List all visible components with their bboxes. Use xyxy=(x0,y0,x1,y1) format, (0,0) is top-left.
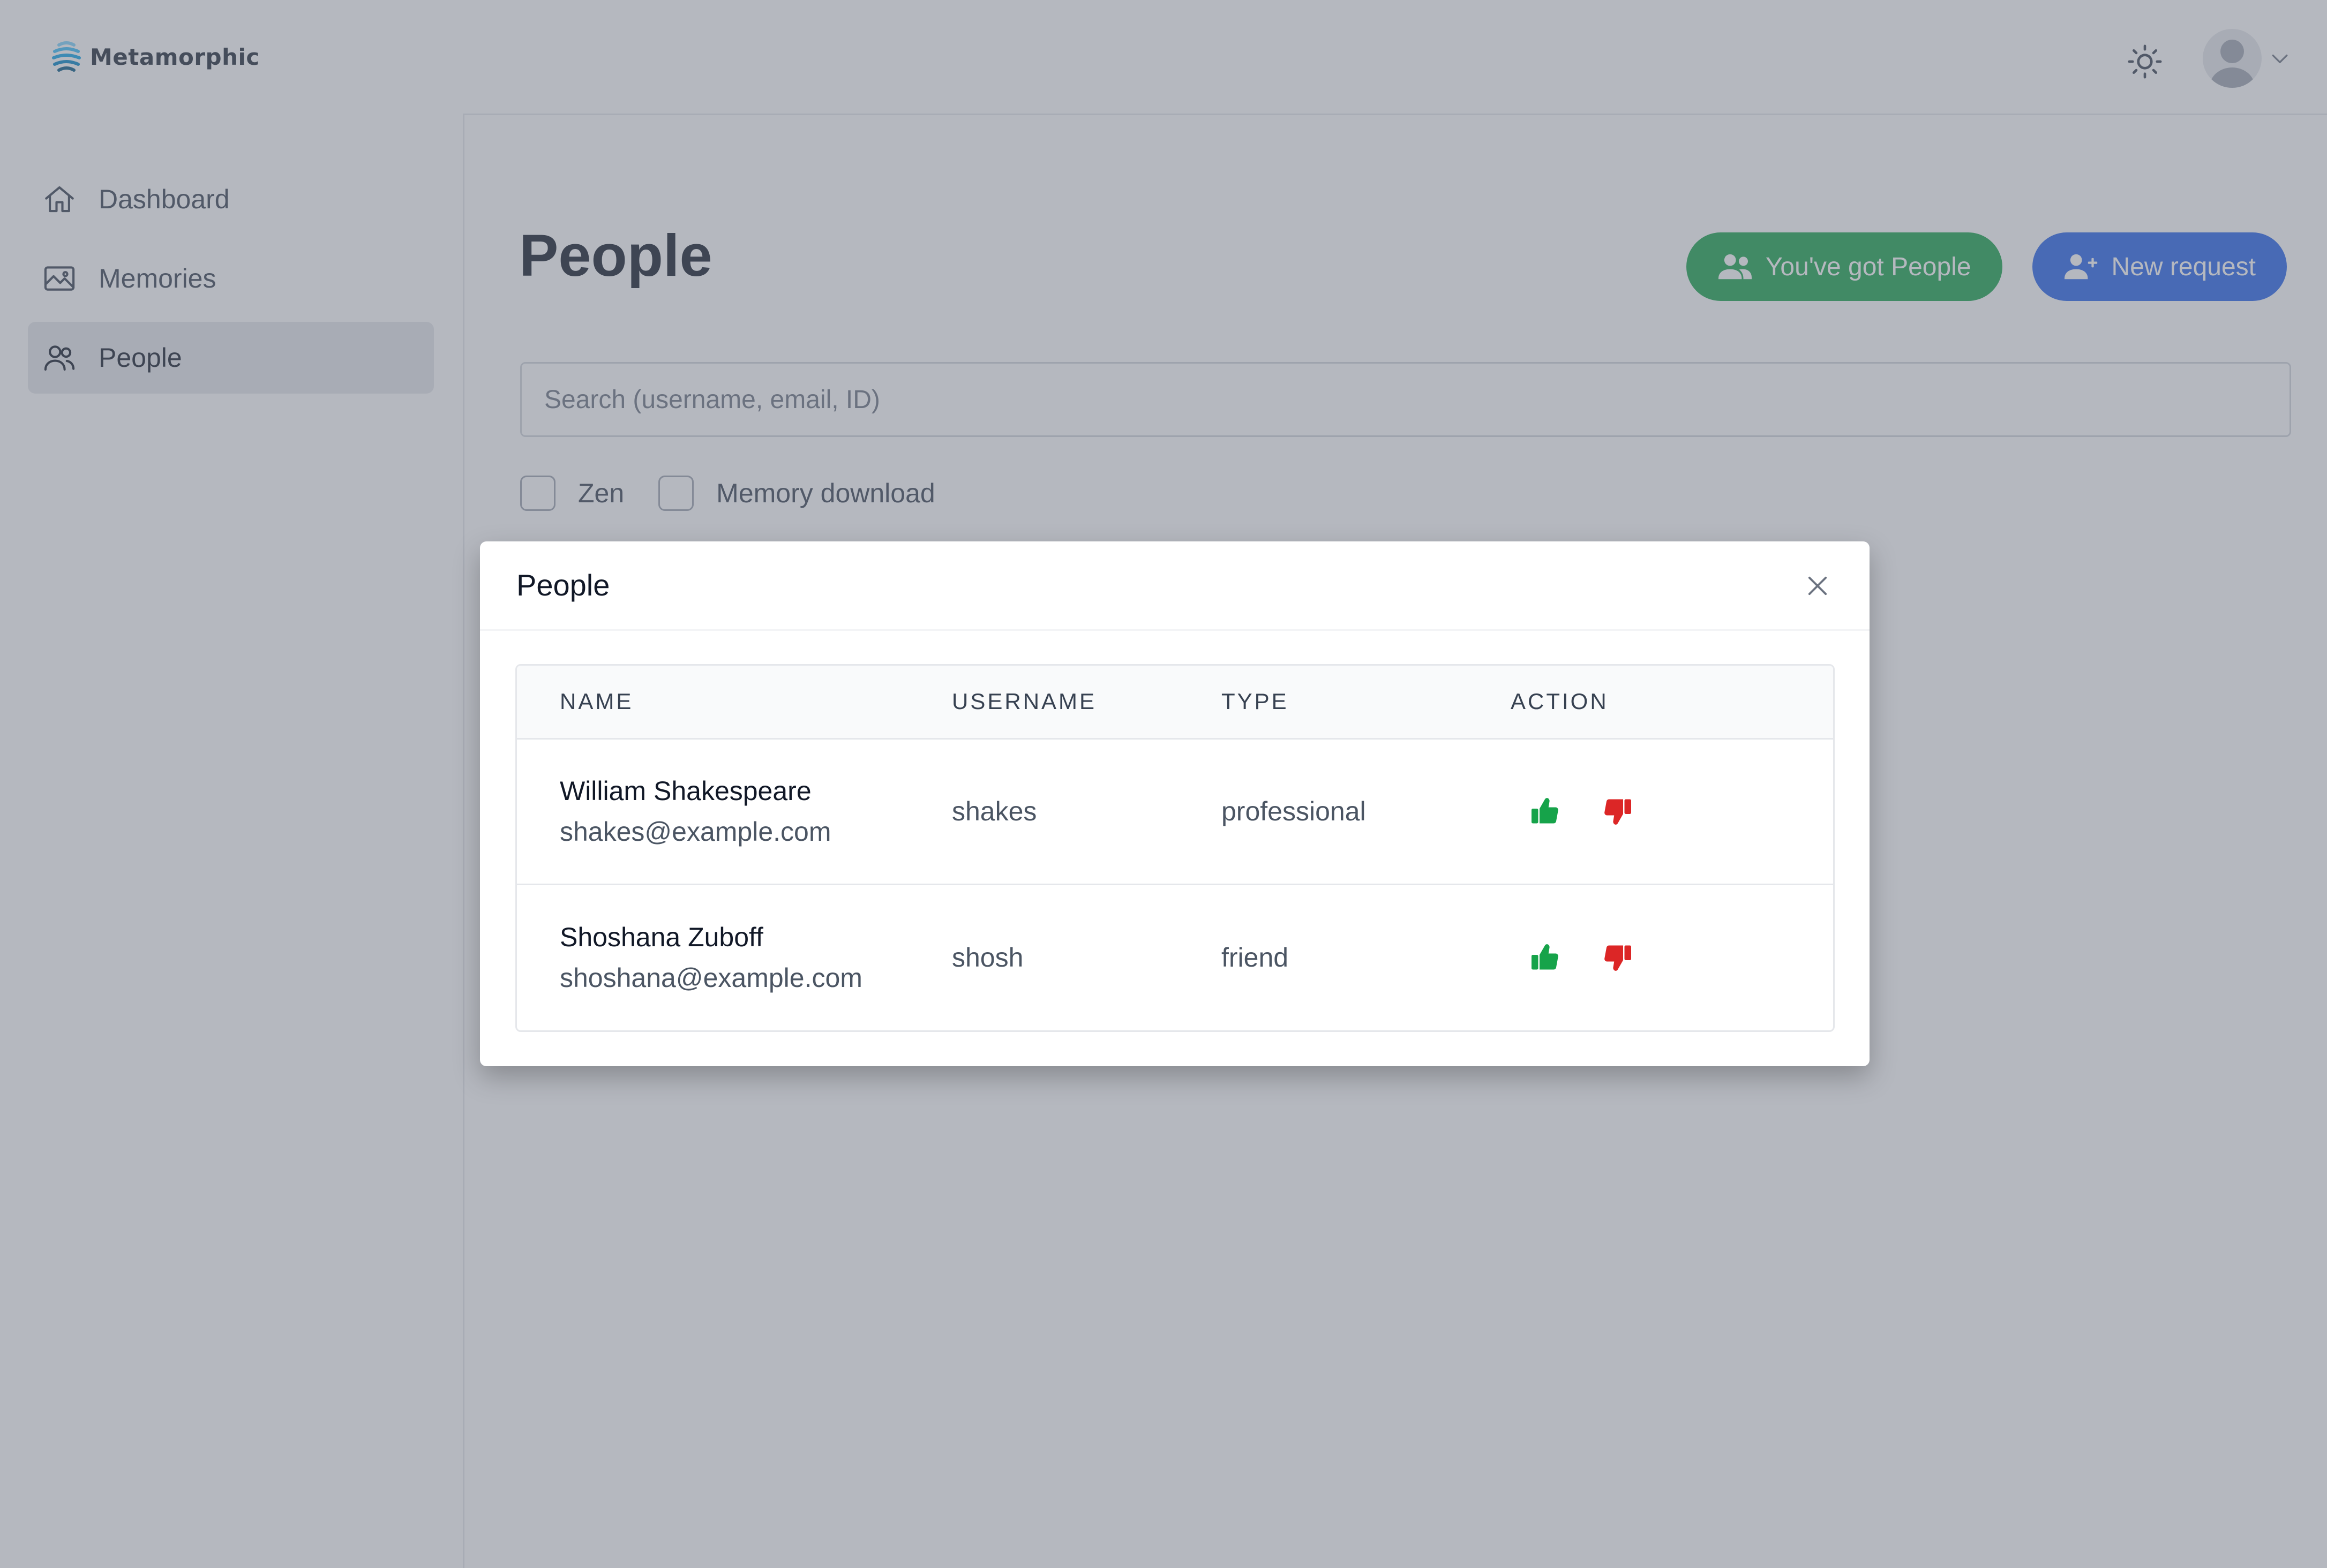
action-cell xyxy=(1511,884,1833,1030)
table-row: William Shakespeare shakes@example.com s… xyxy=(517,738,1833,885)
username-cell: shosh xyxy=(952,942,1024,973)
accept-button[interactable] xyxy=(1525,791,1565,832)
reject-button[interactable] xyxy=(1597,791,1638,832)
close-icon xyxy=(1804,572,1831,600)
type-cell: friend xyxy=(1221,942,1289,973)
username-cell: shakes xyxy=(952,738,1221,885)
person-name: Shoshana Zuboff xyxy=(560,922,763,952)
table-header-row: NAME USERNAME TYPE ACTION xyxy=(517,666,1833,740)
column-header-action: ACTION xyxy=(1511,666,1833,740)
column-header-username: USERNAME xyxy=(952,666,1221,740)
people-modal: People NAME USERNAME TYPE ACTION William… xyxy=(480,541,1870,1066)
table-row: Shoshana Zuboff shoshana@example.com sho… xyxy=(517,884,1833,1030)
action-cell xyxy=(1511,738,1833,885)
modal-header: People xyxy=(480,541,1870,631)
type-cell: professional xyxy=(1221,738,1511,885)
modal-title: People xyxy=(516,568,610,602)
thumbs-up-icon xyxy=(1529,795,1561,827)
thumbs-down-icon xyxy=(1602,795,1634,827)
modal-close-button[interactable] xyxy=(1799,567,1836,605)
people-table: NAME USERNAME TYPE ACTION William Shakes… xyxy=(515,664,1835,1032)
reject-button[interactable] xyxy=(1597,937,1638,978)
person-name: William Shakespeare xyxy=(560,776,812,806)
name-cell: William Shakespeare shakes@example.com xyxy=(517,738,952,885)
column-header-name: NAME xyxy=(517,666,952,740)
name-cell: Shoshana Zuboff shoshana@example.com xyxy=(517,884,952,1030)
accept-button[interactable] xyxy=(1525,937,1565,978)
column-header-type: TYPE xyxy=(1221,666,1511,740)
person-email: shakes@example.com xyxy=(560,817,831,847)
person-email: shoshana@example.com xyxy=(560,962,862,993)
thumbs-down-icon xyxy=(1602,941,1634,974)
thumbs-up-icon xyxy=(1529,941,1561,974)
